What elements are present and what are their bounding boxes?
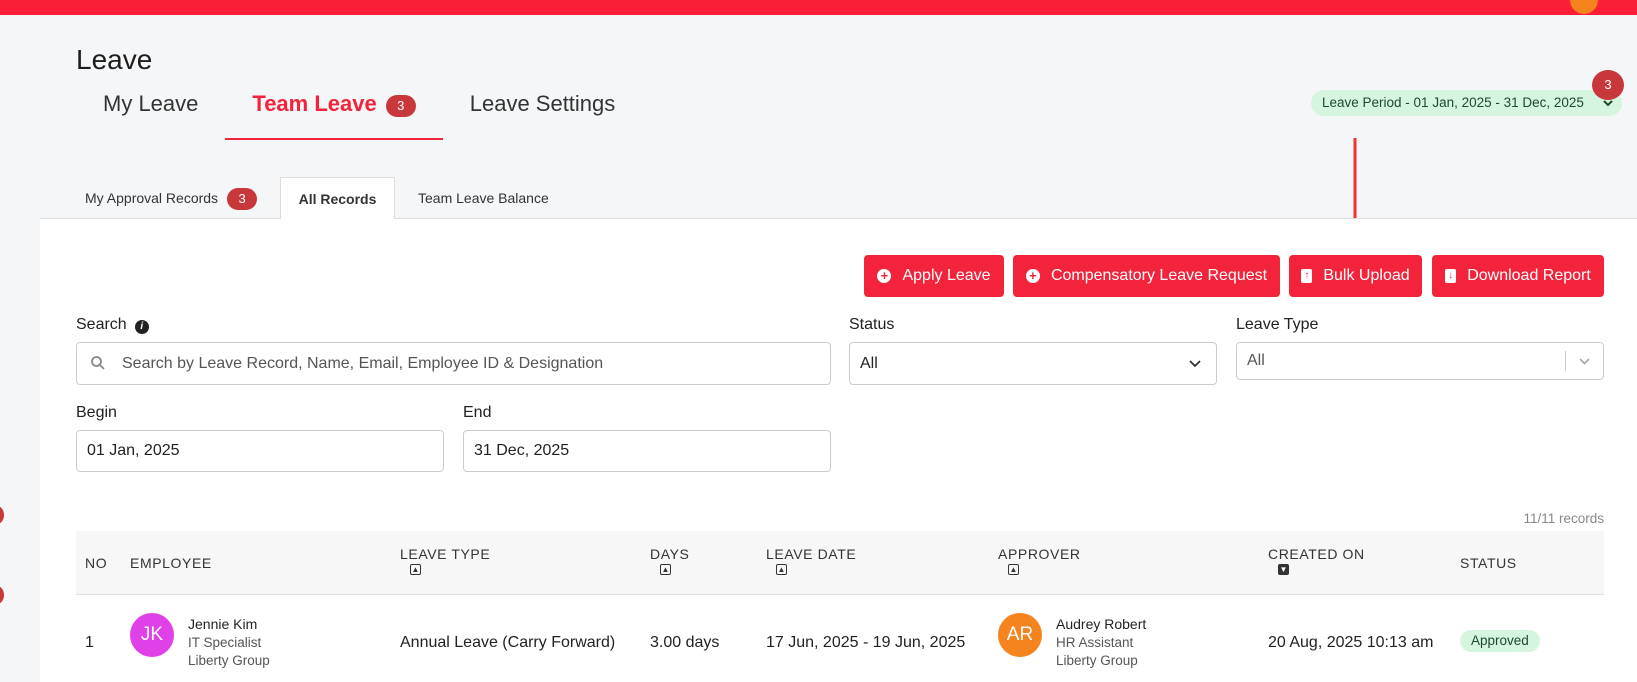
column-header-no: NO (85, 555, 108, 571)
subtab-label: Team Leave Balance (418, 190, 549, 206)
subtab-all-records[interactable]: All Records (280, 177, 395, 220)
sidebar-badge (0, 506, 4, 524)
avatar: AR (998, 613, 1042, 657)
table-header: NO EMPLOYEE LEAVE TYPE ▲ DAYS ▲ LEAVE DA… (76, 531, 1604, 595)
sort-icon[interactable]: ▲ (660, 564, 671, 575)
divider (1565, 351, 1566, 371)
status-value: All (860, 355, 878, 372)
download-report-button[interactable]: ↓ Download Report (1432, 255, 1604, 297)
leave-period-selector[interactable]: Leave Period - 01 Jan, 2025 - 31 Dec, 20… (1311, 90, 1622, 116)
page-title: Leave (76, 44, 153, 75)
sort-icon[interactable]: ▲ (1008, 564, 1019, 575)
column-header-days[interactable]: DAYS (650, 546, 690, 562)
status-label: Status (849, 316, 895, 333)
tab-my-leave[interactable]: My Leave (76, 86, 225, 140)
approver-company: Liberty Group (1056, 653, 1138, 668)
info-icon[interactable]: i (134, 320, 149, 334)
sidebar-badge (0, 586, 4, 604)
subtab-team-leave-balance[interactable]: Team Leave Balance (418, 177, 549, 219)
status-select[interactable]: All (849, 342, 1217, 385)
button-label: Apply Leave (902, 267, 991, 284)
notification-badge: 3 (1592, 70, 1624, 100)
subtab-label: My Approval Records (85, 190, 219, 206)
tab-label: My Leave (103, 91, 199, 116)
employee-company: Liberty Group (188, 653, 270, 668)
created-on-cell: 20 Aug, 2025 10:13 am (1268, 634, 1434, 651)
column-header-created-on[interactable]: CREATED ON (1268, 546, 1365, 562)
plus-circle-icon: + (877, 269, 892, 283)
leave-type-label: Leave Type (1236, 316, 1319, 333)
end-label: End (463, 404, 492, 421)
chevron-down-icon (1188, 343, 1202, 400)
employee-name: Jennie Kim (188, 616, 258, 632)
search-input[interactable] (122, 343, 822, 384)
avatar: JK (130, 613, 174, 657)
plus-circle-icon: + (1025, 269, 1040, 283)
leave-type-select[interactable]: All (1236, 342, 1604, 380)
begin-label: Begin (76, 404, 117, 421)
tab-label: Team Leave (252, 91, 377, 116)
sub-tabs: My Approval Records 3 All Records Team Le… (40, 177, 1637, 220)
column-header-leave-date[interactable]: LEAVE DATE (766, 546, 856, 562)
leave-period-text: Leave Period - 01 Jan, 2025 - 31 Dec, 20… (1322, 95, 1584, 110)
top-bar (0, 0, 1637, 15)
count-badge: 3 (385, 95, 416, 117)
search-icon (90, 355, 106, 376)
leave-date-cell: 17 Jun, 2025 - 19 Jun, 2025 (766, 634, 966, 651)
approver-title: HR Assistant (1056, 635, 1134, 650)
approver-name: Audrey Robert (1056, 616, 1147, 632)
column-header-approver[interactable]: APPROVER (998, 546, 1081, 562)
begin-date-field[interactable]: 01 Jan, 2025 (76, 430, 444, 472)
search-box (76, 342, 831, 385)
compensatory-leave-button[interactable]: + Compensatory Leave Request (1013, 255, 1280, 297)
subtab-my-approval-records[interactable]: My Approval Records 3 (85, 177, 258, 219)
tab-label: Leave Settings (469, 91, 616, 116)
main-tabs: My Leave Team Leave 3 Leave Settings (76, 86, 642, 140)
sort-icon[interactable]: ▼ (1278, 564, 1289, 575)
tab-team-leave[interactable]: Team Leave 3 (225, 86, 443, 140)
subtab-label: All Records (298, 191, 377, 207)
sort-icon[interactable]: ▲ (776, 564, 787, 575)
table-row[interactable]: 1 JK Jennie Kim IT Specialist Liberty Gr… (76, 595, 1604, 682)
leave-type-value: All (1247, 352, 1265, 369)
file-download-icon: ↓ (1445, 269, 1457, 283)
chevron-down-icon (1578, 343, 1591, 393)
days-cell: 3.00 days (650, 634, 720, 651)
column-header-status: STATUS (1460, 555, 1517, 571)
employee-title: IT Specialist (188, 635, 262, 650)
status-badge: Approved (1460, 630, 1540, 652)
bulk-upload-button[interactable]: ↑ Bulk Upload (1289, 255, 1422, 297)
button-label: Compensatory Leave Request (1050, 267, 1268, 284)
sort-icon[interactable]: ▲ (410, 564, 421, 575)
column-header-employee: EMPLOYEE (130, 555, 212, 571)
button-label: Download Report (1467, 267, 1591, 284)
search-label: Search i (76, 316, 149, 334)
apply-leave-button[interactable]: + Apply Leave (864, 255, 1004, 297)
end-date-field[interactable]: 31 Dec, 2025 (463, 430, 831, 472)
count-badge: 3 (227, 188, 258, 211)
records-count: 11/11 records (1523, 511, 1604, 526)
leave-type-cell: Annual Leave (Carry Forward) (400, 634, 616, 651)
tab-leave-settings[interactable]: Leave Settings (443, 86, 643, 140)
column-header-leave-type[interactable]: LEAVE TYPE (400, 546, 490, 562)
search-label-text: Search (76, 316, 127, 333)
button-label: Bulk Upload (1323, 267, 1410, 284)
row-number: 1 (85, 634, 94, 651)
file-upload-icon: ↑ (1301, 269, 1313, 283)
